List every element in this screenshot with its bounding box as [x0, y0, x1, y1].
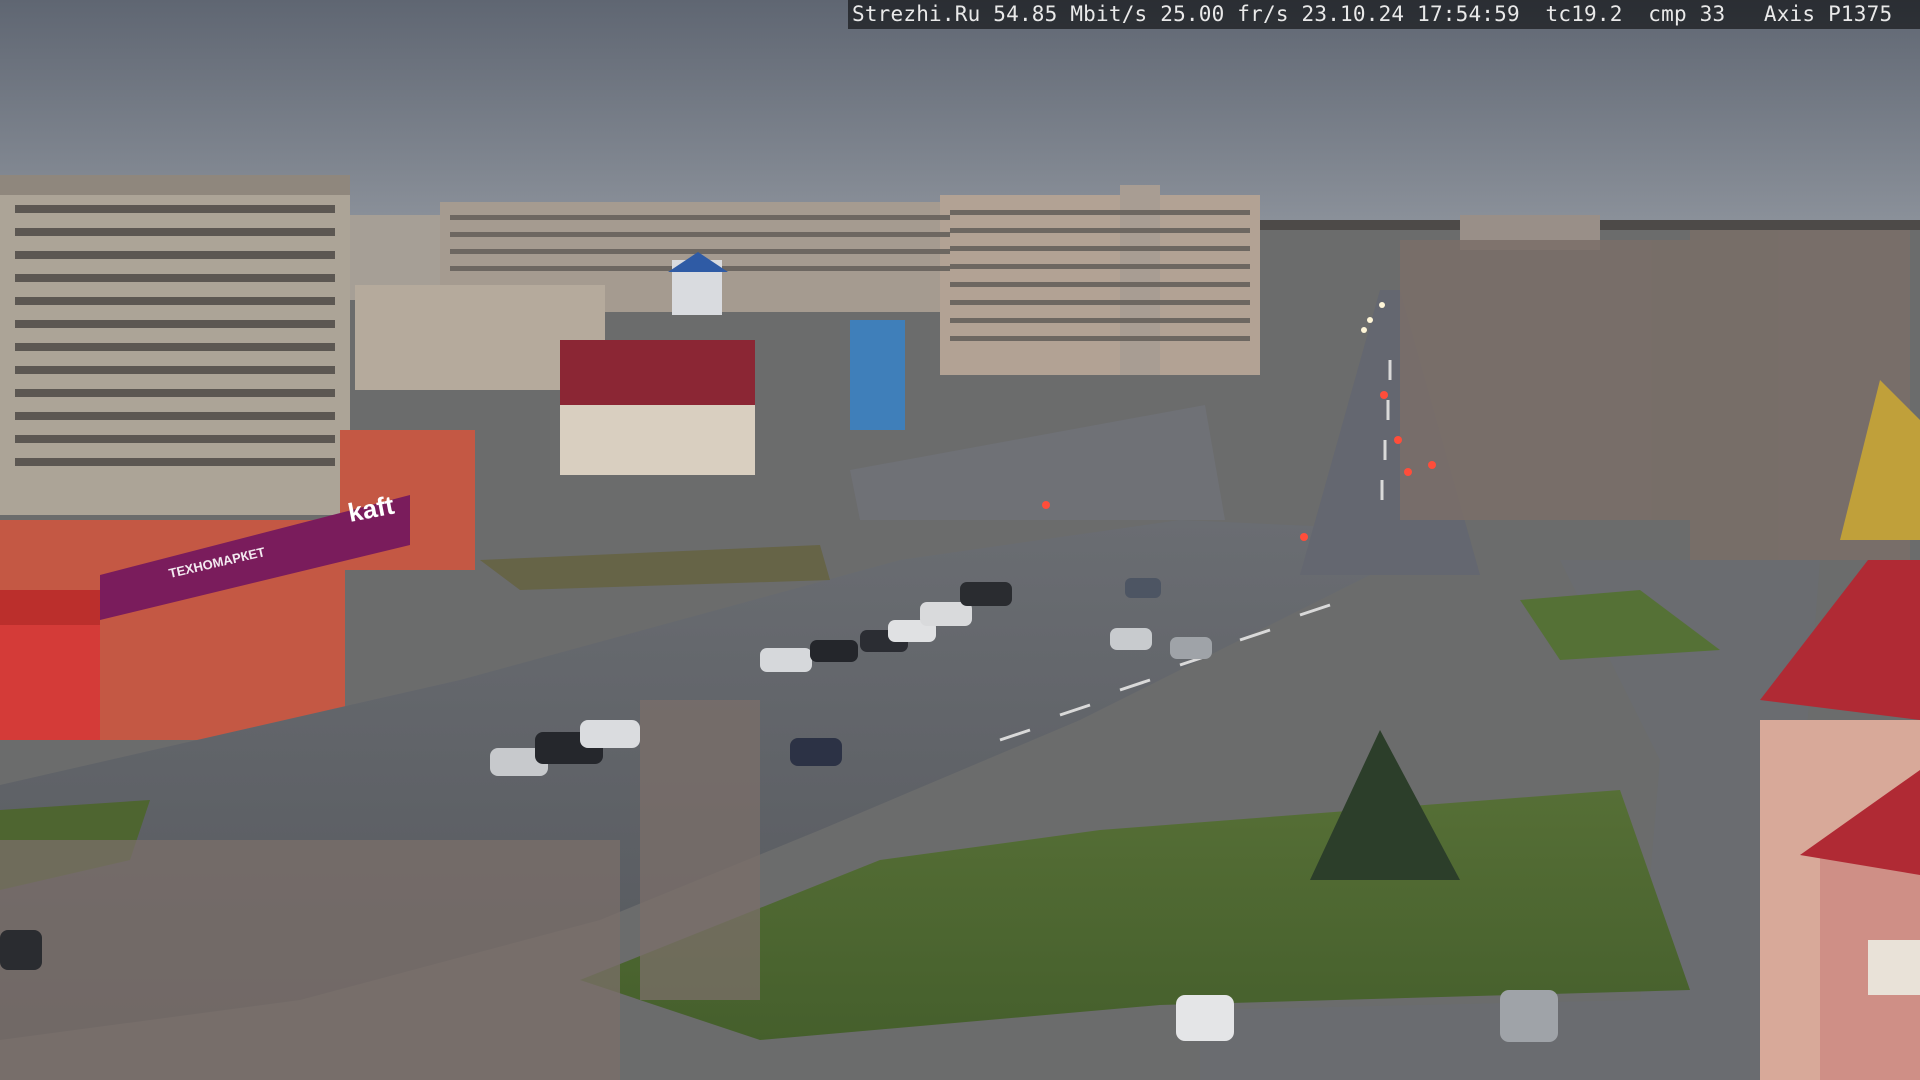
webcam-frame: kaft ТЕХНОМАРКЕТ Strezhi.Ru 54.85 Mbit/s…: [0, 0, 1920, 1080]
city-street-scene: kaft ТЕХНОМАРКЕТ: [0, 0, 1920, 1080]
blue-building: [850, 320, 905, 430]
maroon-building-lower: [560, 405, 755, 475]
birch-trees-avenue: [1400, 230, 1910, 560]
maroon-building: [560, 340, 755, 410]
camera-info-overlay: Strezhi.Ru 54.85 Mbit/s 25.00 fr/s 23.10…: [848, 0, 1920, 29]
